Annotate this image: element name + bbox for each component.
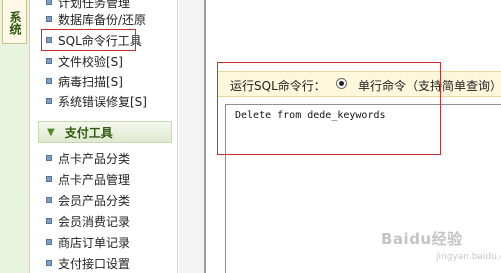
bullet-icon: [46, 98, 52, 104]
menu-item-label: 系统错误修复[S]: [58, 94, 147, 109]
bullet-icon: [46, 78, 52, 84]
menu-item-label: 点卡产品分类: [58, 151, 131, 166]
menu-item-error-repair[interactable]: 系统错误修复[S]: [46, 93, 147, 109]
bullet-icon: [46, 176, 52, 182]
bullet-icon: [46, 260, 52, 266]
menu-item-file-verify[interactable]: 文件校验[S]: [46, 53, 123, 69]
menu-item-db-backup[interactable]: 数据库备份/还原: [46, 11, 146, 27]
vertical-tab-strip: 系统: [0, 0, 30, 273]
menu-item-label: 会员产品分类: [58, 193, 131, 208]
highlight-box-menu: [41, 29, 136, 51]
highlight-box-editor: [217, 62, 441, 155]
menu-item-label: 文件校验[S]: [58, 54, 123, 69]
menu-item-label: 点卡产品管理: [58, 172, 131, 187]
menu-item-label: 商店订单记录: [58, 235, 131, 250]
tab-system[interactable]: 系统: [2, 0, 27, 44]
menu-item-card-product-category[interactable]: 点卡产品分类: [46, 150, 130, 166]
bullet-icon: [46, 239, 52, 245]
menu-item-member-product-category[interactable]: 会员产品分类: [46, 192, 130, 208]
chevron-down-icon: ▼: [47, 126, 55, 138]
menu-item-virus-scan[interactable]: 病毒扫描[S]: [46, 73, 123, 89]
watermark-logo: Baidu经验: [381, 230, 463, 248]
bullet-icon: [46, 16, 52, 22]
bullet-icon: [46, 197, 52, 203]
bullet-icon: [46, 155, 52, 161]
menu-item-payment-interface[interactable]: 支付接口设置: [46, 255, 130, 271]
menu-item-label: 数据库备份/还原: [58, 12, 147, 27]
bullet-icon: [46, 218, 52, 224]
menu-item-store-orders[interactable]: 商店订单记录: [46, 234, 130, 250]
menu-item-label: 会员消费记录: [58, 214, 131, 229]
bullet-icon: [46, 0, 52, 5]
frame-divider: [179, 0, 206, 273]
menu-item-label: 支付接口设置: [58, 256, 131, 271]
menu-item-label: 病毒扫描[S]: [58, 74, 123, 89]
menu-item-card-product-manage[interactable]: 点卡产品管理: [46, 171, 130, 187]
section-header-payment-tools[interactable]: ▼ 支付工具: [38, 121, 172, 143]
menu-item-member-consumption[interactable]: 会员消费记录: [46, 213, 130, 229]
section-label: 支付工具: [64, 125, 113, 140]
menu-item-scheduled-tasks[interactable]: 计划任务管理: [46, 0, 130, 10]
menu-item-label: 计划任务管理: [58, 0, 131, 10]
watermark-subtext: jingyan.baidu.com: [436, 252, 501, 262]
bullet-icon: [46, 58, 52, 64]
